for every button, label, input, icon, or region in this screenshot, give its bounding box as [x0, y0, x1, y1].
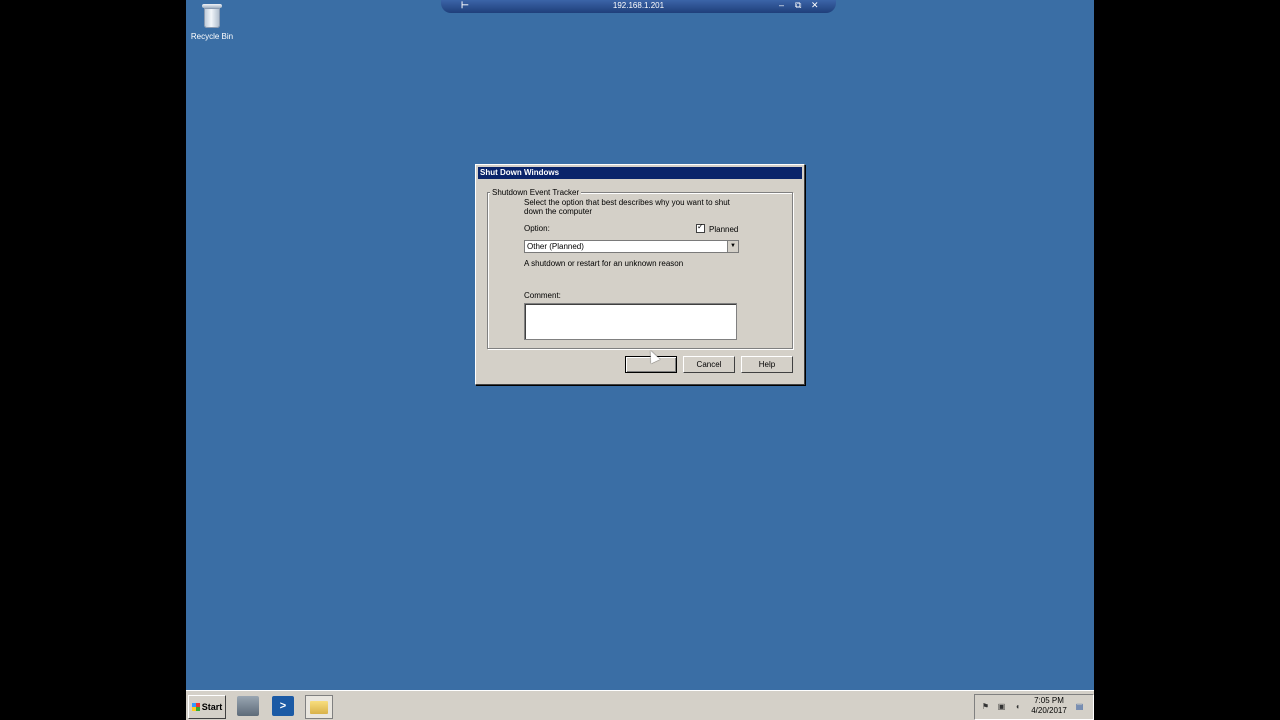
- help-button[interactable]: Help: [741, 356, 793, 373]
- cancel-button[interactable]: Cancel: [683, 356, 735, 373]
- close-icon[interactable]: ✕: [811, 0, 819, 11]
- rdp-connection-bar: ⊢ 192.168.1.201 – ⧉ ✕: [441, 0, 836, 13]
- comment-label: Comment:: [524, 291, 561, 300]
- remote-desktop-screen: ⊢ 192.168.1.201 – ⧉ ✕ Recycle Bin Shut D…: [186, 0, 1094, 720]
- restore-icon[interactable]: ⧉: [795, 0, 801, 11]
- comment-field[interactable]: [524, 303, 737, 340]
- start-label: Start: [201, 702, 223, 712]
- chevron-down-icon[interactable]: ▼: [727, 241, 738, 252]
- volume-icon[interactable]: ◖: [1013, 702, 1022, 711]
- flag-icon[interactable]: ⚑: [981, 702, 990, 711]
- recycle-bin-icon: [201, 2, 223, 28]
- powershell-icon[interactable]: >: [272, 696, 294, 716]
- server-manager-icon[interactable]: [237, 696, 259, 716]
- windows-logo-icon: [191, 703, 200, 711]
- system-tray: ⚑ ▣ ◖ 7:05 PM 4/20/2017 ▤: [974, 694, 1094, 720]
- show-desktop-icon[interactable]: ▤: [1075, 702, 1084, 711]
- check-icon: ✓: [697, 222, 704, 231]
- checkbox-box[interactable]: ✓: [696, 222, 705, 233]
- planned-label: Planned: [709, 225, 739, 234]
- clock-date: 4/20/2017: [1031, 706, 1067, 715]
- dialog-description: Select the option that best describes wh…: [524, 198, 730, 216]
- reason-description: A shutdown or restart for an unknown rea…: [524, 259, 684, 268]
- clock-time: 7:05 PM: [1034, 696, 1064, 705]
- minimize-icon[interactable]: –: [779, 0, 784, 10]
- recycle-bin-label: Recycle Bin: [190, 32, 234, 41]
- taskbar: Start > ⚑ ▣ ◖ 7:05 PM 4/20/2017 ▤: [186, 690, 1094, 720]
- rdp-title: 192.168.1.201: [612, 1, 665, 10]
- clock[interactable]: 7:05 PM 4/20/2017: [1029, 696, 1069, 716]
- option-dropdown[interactable]: Other (Planned) ▼: [524, 240, 739, 253]
- explorer-folder-icon[interactable]: [305, 695, 333, 719]
- option-selected-value: Other (Planned): [527, 242, 584, 251]
- network-icon[interactable]: ▣: [997, 702, 1006, 711]
- group-title: Shutdown Event Tracker: [490, 188, 582, 197]
- recycle-bin[interactable]: Recycle Bin: [186, 2, 238, 41]
- planned-checkbox[interactable]: ✓ Planned: [696, 222, 739, 234]
- option-label: Option:: [524, 224, 550, 233]
- shutdown-dialog: Shut Down Windows Shutdown Event Tracker…: [475, 164, 805, 385]
- start-button[interactable]: Start: [188, 695, 226, 719]
- dialog-title: Shut Down Windows: [478, 167, 802, 179]
